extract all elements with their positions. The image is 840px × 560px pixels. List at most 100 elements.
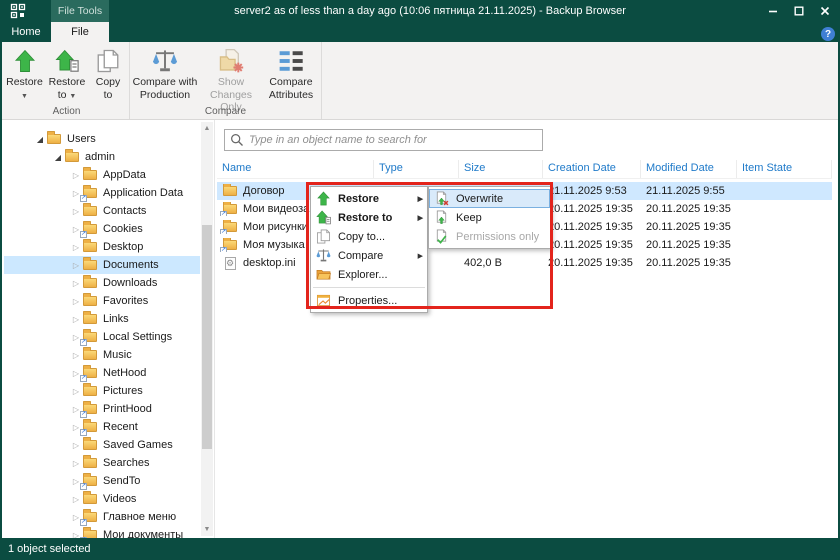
folder-icon (64, 150, 80, 164)
tree-item-saved-games[interactable]: ▷Saved Games (4, 436, 200, 454)
tree-item-sendto[interactable]: ▷↗SendTo (4, 472, 200, 490)
tree-item-contacts[interactable]: ▷ Contacts (4, 202, 200, 220)
collapsed-arrow-icon[interactable]: ▷ (70, 495, 82, 504)
tree-item-pictures[interactable]: ▷Pictures (4, 382, 200, 400)
restore-to-button[interactable]: Restore to ▼ (45, 45, 89, 101)
submenu-item-permissions-only[interactable]: Permissions only (429, 227, 550, 246)
collapsed-arrow-icon[interactable]: ▷ (70, 297, 82, 306)
tab-home[interactable]: Home (4, 22, 48, 42)
folder-icon (82, 240, 98, 254)
folder-shortcut-icon: ↗ (222, 238, 238, 252)
collapsed-arrow-icon[interactable]: ▷ (70, 171, 82, 180)
submenu-item-overwrite[interactable]: Overwrite (429, 189, 550, 208)
expanded-arrow-icon[interactable]: ◢ (34, 135, 46, 144)
folder-icon (82, 456, 98, 470)
folder-icon (82, 258, 98, 272)
app-icon (10, 3, 26, 19)
scroll-down-icon[interactable]: ▼ (201, 523, 213, 536)
tree-item-users[interactable]: ◢Users (4, 130, 200, 148)
tree-item-music[interactable]: ▷Music (4, 346, 200, 364)
tree-item-nethood[interactable]: ▷↗NetHood (4, 364, 200, 382)
compare-with-production-button[interactable]: Compare with Production (130, 45, 200, 101)
tree-item-printhood[interactable]: ▷↗PrintHood (4, 400, 200, 418)
collapsed-arrow-icon[interactable]: ▷ (70, 261, 82, 270)
dropdown-arrow-icon: ▼ (69, 93, 76, 100)
tree-item-label: AppData (103, 169, 146, 181)
file-modified-date: 20.11.2025 19:35 (641, 257, 737, 269)
tree-item-downloads[interactable]: ▷Downloads (4, 274, 200, 292)
collapsed-arrow-icon[interactable]: ▷ (70, 459, 82, 468)
tree-item-cookies[interactable]: ▷↗Cookies (4, 220, 200, 238)
ini-file-icon: ⚙ (222, 256, 238, 270)
tree-item-documents[interactable]: ▷Documents (4, 256, 200, 274)
scroll-up-icon[interactable]: ▲ (201, 122, 213, 135)
expanded-arrow-icon[interactable]: ◢ (52, 153, 64, 162)
tree-item-application-data[interactable]: ▷↗Application Data (4, 184, 200, 202)
context-menu-item-restore[interactable]: Restore▶ (311, 189, 427, 208)
column-header-modified-date[interactable]: Modified Date (641, 160, 737, 178)
tree-item-appdata[interactable]: ▷ AppData (4, 166, 200, 184)
tree-item-label: Главное меню (103, 511, 176, 523)
tree-item-recent[interactable]: ▷↗Recent (4, 418, 200, 436)
minimize-button[interactable] (760, 0, 786, 22)
column-header-item-state[interactable]: Item State (737, 160, 832, 178)
collapsed-arrow-icon[interactable]: ▷ (70, 207, 82, 216)
tree-item-label: Favorites (103, 295, 148, 307)
collapsed-arrow-icon[interactable]: ▷ (70, 279, 82, 288)
context-menu-item-properties[interactable]: Properties... (311, 291, 427, 310)
collapsed-arrow-icon[interactable]: ▷ (70, 243, 82, 252)
close-button[interactable] (812, 0, 838, 22)
copy-to-button[interactable]: Copy to (89, 45, 127, 101)
collapsed-arrow-icon[interactable]: ▷ (70, 315, 82, 324)
column-header-creation-date[interactable]: Creation Date (543, 160, 641, 178)
maximize-button[interactable] (786, 0, 812, 22)
tree-item-links[interactable]: ▷Links (4, 310, 200, 328)
restore-button[interactable]: Restore ▼ (4, 45, 45, 101)
tree-item-мои-документы[interactable]: ▷↗Мои документы (4, 526, 200, 538)
tab-file[interactable]: File (51, 22, 109, 42)
context-menu: Restore▶Restore to▶Copy to...Compare▶Exp… (310, 186, 428, 313)
collapsed-arrow-icon[interactable]: ▷ (70, 351, 82, 360)
tree-item-главное-меню[interactable]: ▷↗Главное меню (4, 508, 200, 526)
tree-item-admin[interactable]: ◢admin (4, 148, 200, 166)
tree-item-favorites[interactable]: ▷ Favorites (4, 292, 200, 310)
menu-item-label: Properties... (338, 295, 397, 307)
file-modified-date: 20.11.2025 19:35 (641, 221, 737, 233)
tree-item-videos[interactable]: ▷Videos (4, 490, 200, 508)
context-menu-item-restore-to[interactable]: Restore to▶ (311, 208, 427, 227)
column-header-name[interactable]: Name (217, 160, 374, 178)
submenu-arrow-icon: ▶ (418, 252, 423, 260)
tree-item-label: Recent (103, 421, 138, 433)
compare-attributes-button[interactable]: Compare Attributes (262, 45, 320, 101)
context-menu-item-compare[interactable]: Compare▶ (311, 246, 427, 265)
submenu-item-label: Keep (456, 212, 482, 224)
file-creation-date: 20.11.2025 19:35 (543, 203, 641, 215)
file-name: Моя музыка (243, 239, 305, 251)
tree-item-label: Contacts (103, 205, 146, 217)
context-menu-item-copy-to[interactable]: Copy to... (311, 227, 427, 246)
help-button[interactable]: ? (821, 27, 835, 41)
menu-item-label: Restore (338, 193, 379, 205)
column-header-type[interactable]: Type (374, 160, 459, 178)
folder-icon (82, 204, 98, 218)
tree-item-searches[interactable]: ▷Searches (4, 454, 200, 472)
menu-item-label: Restore to (338, 212, 392, 224)
tree-item-label: SendTo (103, 475, 140, 487)
collapsed-arrow-icon[interactable]: ▷ (70, 441, 82, 450)
restore-to-arrow-icon (315, 211, 331, 225)
search-box[interactable] (224, 129, 543, 151)
tree-item-desktop[interactable]: ▷Desktop (4, 238, 200, 256)
scrollbar-thumb[interactable] (202, 225, 212, 449)
file-modified-date: 21.11.2025 9:55 (641, 185, 737, 197)
collapsed-arrow-icon[interactable]: ▷ (70, 387, 82, 396)
ribbon-tab-row: Home File (0, 22, 840, 42)
file-name: Договор (243, 185, 285, 197)
search-input[interactable] (249, 131, 542, 149)
submenu-item-keep[interactable]: Keep (429, 208, 550, 227)
context-menu-item-explorer[interactable]: Explorer... (311, 265, 427, 284)
file-size: 402,0 B (459, 257, 543, 269)
column-header-size[interactable]: Size (459, 160, 543, 178)
tree-scrollbar[interactable]: ▲ ▼ (201, 122, 213, 536)
tree-item-local-settings[interactable]: ▷↗Local Settings (4, 328, 200, 346)
search-icon (225, 130, 249, 150)
